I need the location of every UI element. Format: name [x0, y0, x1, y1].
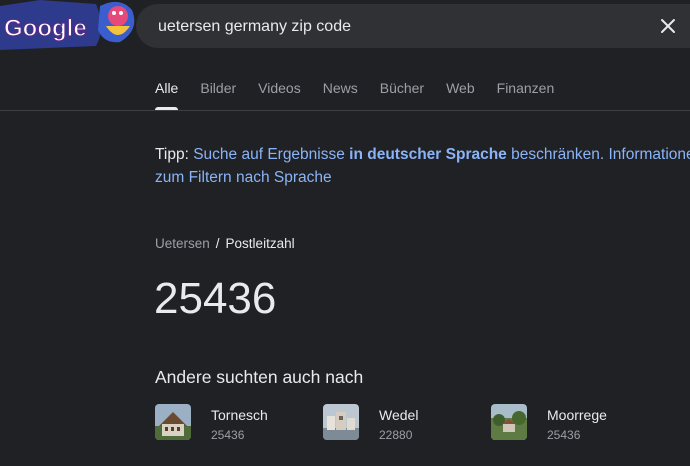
breadcrumb-separator: / [215, 236, 220, 251]
tab-buecher[interactable]: Bücher [380, 80, 424, 110]
logo-text: Google [4, 15, 87, 42]
tab-alle[interactable]: Alle [155, 80, 179, 110]
search-tabs: Alle Bilder Videos News Bücher Web Finan… [155, 80, 576, 110]
close-icon [661, 19, 675, 33]
link-start: Suche auf Ergebnisse [193, 146, 345, 163]
top-bar: Google [0, 0, 690, 56]
tab-bilder[interactable]: Bilder [200, 80, 236, 110]
clear-search-button[interactable] [656, 14, 680, 38]
related-name: Tornesch [211, 407, 268, 423]
related-item-moorrege[interactable]: Moorrege 25436 [491, 404, 651, 444]
tornesch-thumbnail [155, 404, 191, 440]
google-doodle-logo[interactable]: Google [0, 0, 140, 52]
tab-news[interactable]: News [323, 80, 358, 110]
tip-prefix: Tipp: [155, 146, 189, 163]
related-name: Moorrege [547, 407, 607, 423]
tab-web[interactable]: Web [446, 80, 475, 110]
tab-videos[interactable]: Videos [258, 80, 301, 110]
zip-code-answer: 25436 [154, 274, 277, 323]
link-bold: in deutscher Sprache [349, 146, 507, 163]
search-input[interactable] [156, 4, 640, 50]
related-name: Wedel [379, 407, 419, 423]
related-zip: 25436 [547, 428, 581, 442]
link-end: beschränken. [511, 146, 605, 163]
tab-finanzen[interactable]: Finanzen [497, 80, 555, 110]
restrict-language-link[interactable]: Suche auf Ergebnisse in deutscher Sprach… [193, 146, 604, 163]
related-searches-title: Andere suchten auch nach [155, 367, 364, 387]
wedel-thumbnail [323, 404, 359, 440]
tabs-divider [0, 110, 690, 111]
related-item-tornesch[interactable]: Tornesch 25436 [155, 404, 315, 444]
breadcrumb-uetersen[interactable]: Uetersen [155, 236, 210, 251]
breadcrumb-postleitzahl: Postleitzahl [225, 236, 295, 251]
search-box[interactable] [136, 4, 690, 50]
related-zip: 25436 [211, 428, 245, 442]
moorrege-thumbnail [491, 404, 527, 440]
breadcrumb: Uetersen / Postleitzahl [155, 236, 295, 251]
related-item-wedel[interactable]: Wedel 22880 [323, 404, 483, 444]
related-zip: 22880 [379, 428, 413, 442]
language-tip: Tipp: Suche auf Ergebnisse in deutscher … [155, 143, 690, 189]
